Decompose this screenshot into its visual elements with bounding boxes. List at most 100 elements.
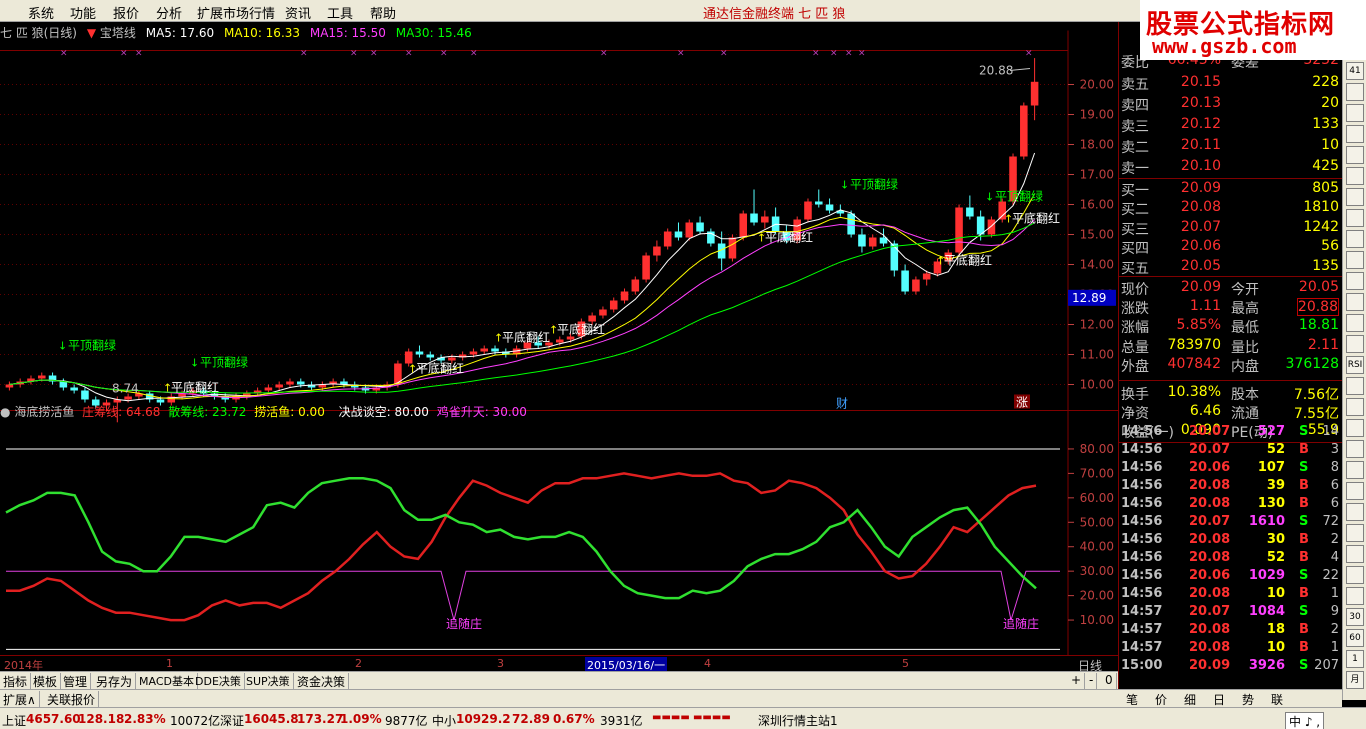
toolbar-button-icon[interactable] [1346,83,1364,101]
toolbar-button-icon[interactable] [1346,335,1364,353]
toolbar-button-icon[interactable] [1346,566,1364,584]
candle-body[interactable] [70,387,78,391]
candle-body[interactable] [59,381,68,388]
tick-row[interactable]: 14:56 20.06 1029 S 22 [1121,568,1341,586]
candle-body[interactable] [750,213,758,223]
candle-body[interactable] [901,270,909,292]
toolbar-button-icon[interactable]: 60 [1346,629,1364,647]
buy-level-row[interactable]: 买四 20.06 56 [1121,238,1341,257]
candle-body[interactable] [631,279,640,292]
toolbar-button-icon[interactable] [1346,104,1364,122]
toolbar-button-icon[interactable] [1346,419,1364,437]
candle-body[interactable] [81,390,89,400]
event-marker-icon[interactable]: × [470,49,478,59]
candle-body[interactable] [912,279,920,292]
candle-body[interactable] [674,231,683,238]
tab-template[interactable]: 模板 [30,673,62,689]
tab-dde[interactable]: DDE决策 [192,673,245,689]
toolbar-button-icon[interactable]: 1 [1346,650,1364,668]
toolbar-button-icon[interactable] [1346,188,1364,206]
toolbar-button-icon[interactable] [1346,293,1364,311]
menu-system[interactable]: 系统 [28,3,54,22]
sell-level-row[interactable]: 卖四 20.13 20 [1121,95,1341,114]
candle-body[interactable] [868,237,877,247]
candle-body[interactable] [685,222,694,238]
tick-row[interactable]: 14:56 20.08 52 B 4 [1121,550,1341,568]
candle-body[interactable] [1030,81,1039,106]
toolbar-button-icon[interactable] [1346,440,1364,458]
candle-body[interactable] [426,354,435,358]
toolbar-button-icon[interactable] [1346,230,1364,248]
tick-row[interactable]: 14:56 20.08 39 B 6 [1121,478,1341,496]
quote-tab[interactable]: 联 [1271,691,1283,708]
candle-body[interactable] [588,315,596,322]
toolbar-button-icon[interactable] [1346,272,1364,290]
menu-tools[interactable]: 工具 [327,3,353,22]
toolbar-button-icon[interactable] [1346,587,1364,605]
candle-body[interactable] [642,255,650,280]
toolbar-button-icon[interactable]: 41 [1346,62,1364,80]
tab-manage[interactable]: 管理 [60,673,92,689]
candle-body[interactable] [761,216,769,223]
tab-indicator[interactable]: 指标 [0,673,32,689]
tab-save-as[interactable]: 另存为 [93,673,137,689]
quote-tab[interactable]: 价 [1155,691,1167,708]
menu-analysis[interactable]: 分析 [156,3,182,22]
candle-body[interactable] [663,231,672,247]
menu-function[interactable]: 功能 [70,3,96,22]
candle-body[interactable] [804,201,812,220]
toolbar-button-icon[interactable] [1346,545,1364,563]
quote-tab[interactable]: 笔 [1126,691,1138,708]
candle-body[interactable] [469,351,478,355]
event-marker-icon[interactable]: × [1025,49,1033,59]
index-sh-label[interactable]: 上证 [2,712,26,729]
toolbar-button-icon[interactable]: RSI [1346,356,1364,374]
tick-row[interactable]: 14:57 20.07 1084 S 9 [1121,604,1341,622]
tab-related-quote[interactable]: 关联报价 [44,691,100,707]
tick-row[interactable]: 14:57 20.08 18 B 2 [1121,622,1341,640]
toolbar-button-icon[interactable] [1346,125,1364,143]
event-marker-icon[interactable]: × [370,49,378,59]
candle-body[interactable] [599,309,607,316]
tab-sup[interactable]: SUP决策 [243,673,294,689]
candle-body[interactable] [814,201,823,205]
candle-body[interactable] [415,351,424,355]
candle-body[interactable] [296,381,305,385]
event-marker-icon[interactable]: × [120,49,128,59]
toolbar-button-icon[interactable] [1346,524,1364,542]
candle-body[interactable] [264,387,273,391]
index-sz-label[interactable]: 深证 [220,712,244,729]
candle-body[interactable] [653,246,661,256]
date-axis[interactable]: 2014年 1 2 3 2015/03/16/一 4 5 日线 [0,655,1118,673]
tick-row[interactable]: 15:00 20.09 3926 S 207 [1121,658,1341,676]
buy-level-row[interactable]: 买三 20.07 1242 [1121,219,1341,238]
candle-body[interactable] [858,234,866,247]
candle-body[interactable] [955,207,963,253]
candle-body[interactable] [728,237,737,259]
toolbar-button-icon[interactable] [1346,482,1364,500]
event-marker-icon[interactable]: × [858,49,866,59]
candle-body[interactable] [620,291,629,301]
toolbar-button-icon[interactable] [1346,251,1364,269]
candle-body[interactable] [696,222,704,232]
event-marker-icon[interactable]: × [60,49,68,59]
candle-body[interactable] [566,336,575,340]
toolbar-button-icon[interactable] [1346,209,1364,227]
candle-body[interactable] [37,375,46,379]
sub-indicator-name[interactable]: 海底捞活鱼 [14,405,74,419]
quote-tab[interactable]: 势 [1242,691,1254,708]
candle-body[interactable] [275,384,283,388]
event-marker-icon[interactable]: × [135,49,143,59]
tab-macd[interactable]: MACD基本 [136,673,198,689]
tick-row[interactable]: 14:57 20.08 10 B 1 [1121,640,1341,658]
buy-level-row[interactable]: 买五 20.05 135 [1121,258,1341,277]
tick-row[interactable]: 14:56 20.08 30 B 2 [1121,532,1341,550]
event-marker-icon[interactable]: × [845,49,853,59]
indicator-icon[interactable]: ▼ [87,26,96,40]
candle-body[interactable] [922,273,931,280]
zoom-reset-button[interactable]: 0 [1102,673,1117,689]
candle-body[interactable] [825,204,834,211]
toolbar-button-icon[interactable] [1346,314,1364,332]
sell-level-row[interactable]: 卖五 20.15 228 [1121,74,1341,93]
tab-extend[interactable]: 扩展∧ [0,691,40,707]
